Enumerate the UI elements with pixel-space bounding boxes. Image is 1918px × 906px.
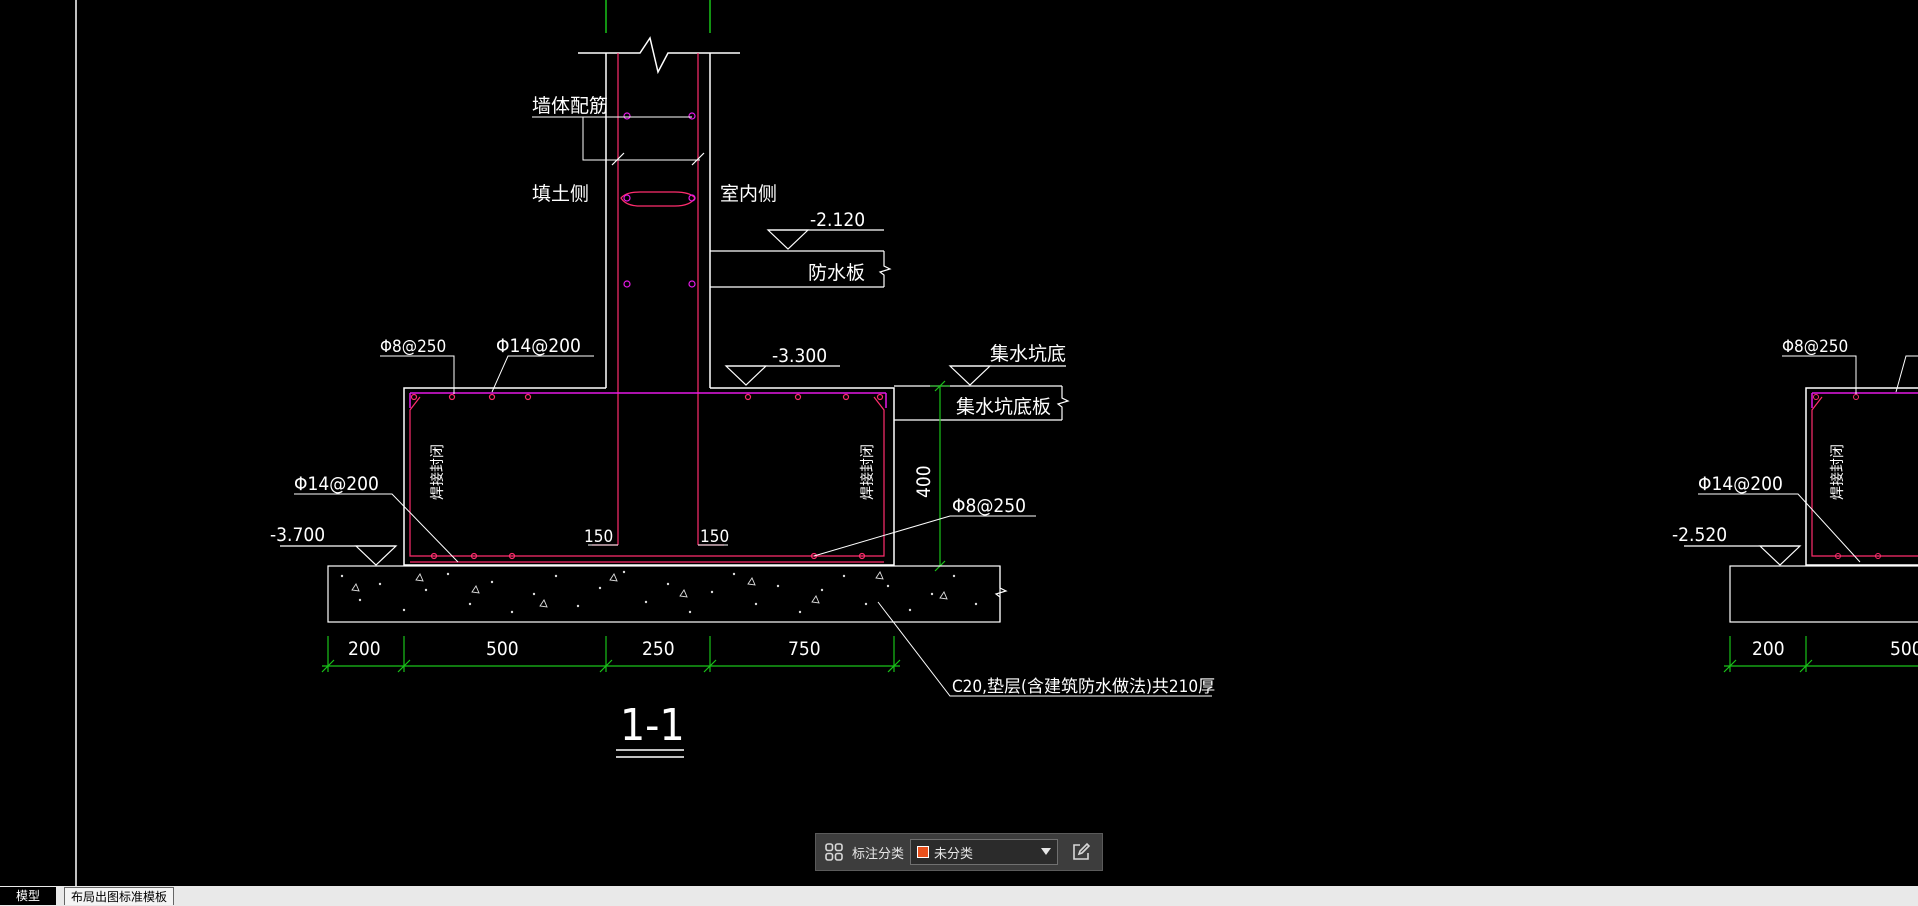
- wall-outline: [403, 53, 895, 566]
- wall-rebar: [409, 53, 885, 563]
- label-weld-left: 焊接封闭: [429, 444, 446, 500]
- annotation-category-value: 未分类: [934, 845, 974, 861]
- cad-drawing-canvas[interactable]: 墙体配筋 填土侧 室内侧 防水板 -2.120 -3.300 集水坑底 集水坑底…: [0, 0, 1918, 886]
- elevation-3300: -3.300: [772, 345, 827, 367]
- s2-dim-200: 200: [1752, 638, 1785, 660]
- rebar-phi8-1: Φ8@250: [380, 337, 446, 357]
- dim-250: 250: [642, 638, 675, 660]
- rebar-leader-2: [491, 355, 594, 393]
- rebar-phi14-2: Φ14@200: [294, 473, 379, 495]
- label-indoor-side: 室内侧: [720, 183, 777, 205]
- s2-rebar-phi8: Φ8@250: [1782, 337, 1848, 357]
- chevron-down-icon: [1041, 848, 1052, 855]
- rebar-dots: [410, 393, 884, 560]
- elevation-2120: -2.120: [810, 209, 865, 231]
- label-fill-side: 填土侧: [532, 183, 589, 205]
- label-waterproof-slab: 防水板: [808, 262, 865, 284]
- rebar-phi14-1: Φ14@200: [496, 335, 581, 357]
- elevation-2520: -2.520: [1672, 524, 1727, 546]
- s2-dim-500: 500: [1890, 638, 1918, 660]
- dim-750: 750: [788, 638, 821, 660]
- rebar-phi8-2: Φ8@250: [952, 495, 1026, 517]
- label-sump-bottom: 集水坑底: [990, 343, 1066, 365]
- annotation-category-toolbar: 标注分类 未分类: [815, 833, 1103, 871]
- dim-150-left: 150: [584, 527, 613, 547]
- dim-150-right: 150: [700, 527, 729, 547]
- layout-tab-bar: 模型 布局出图标准模板: [0, 886, 1918, 906]
- dim-200: 200: [348, 638, 381, 660]
- label-weld-right: 焊接封闭: [859, 444, 876, 500]
- rebar-leader-3: [813, 515, 1036, 557]
- elevation-marker-4: [354, 545, 398, 566]
- s2-rebar-phi14: Φ14@200: [1698, 473, 1783, 495]
- annotation-category-select[interactable]: 未分类: [910, 839, 1059, 865]
- dim-500: 500: [486, 638, 519, 660]
- s2-label-weld: 焊接封闭: [1829, 444, 1846, 500]
- label-sump-bottom-slab: 集水坑底板: [956, 396, 1051, 418]
- elevation-3700: -3.700: [270, 524, 325, 546]
- cushion-layer: [327, 565, 1001, 623]
- section-label: 1-1: [620, 700, 685, 751]
- label-wall-rebar: 墙体配筋: [532, 95, 608, 117]
- grid-icon[interactable]: [822, 840, 846, 864]
- annotation-category-label: 标注分类: [852, 845, 905, 861]
- wall-rebar-leader: [532, 116, 700, 161]
- elevation-marker-2: [724, 365, 768, 386]
- edit-icon[interactable]: [1068, 839, 1094, 865]
- break-line: [578, 36, 740, 75]
- tab-layout-template[interactable]: 布局出图标准模板: [64, 887, 175, 905]
- cushion-note: C20,垫层(含建筑防水做法)共210厚: [952, 677, 1215, 697]
- elevation-marker-3: [948, 365, 992, 386]
- elevation-marker-1: [766, 229, 810, 250]
- tab-model[interactable]: 模型: [0, 887, 56, 905]
- category-color-swatch: [917, 846, 930, 858]
- section-2-partial: [1684, 355, 1918, 673]
- dim-400: 400: [913, 465, 935, 498]
